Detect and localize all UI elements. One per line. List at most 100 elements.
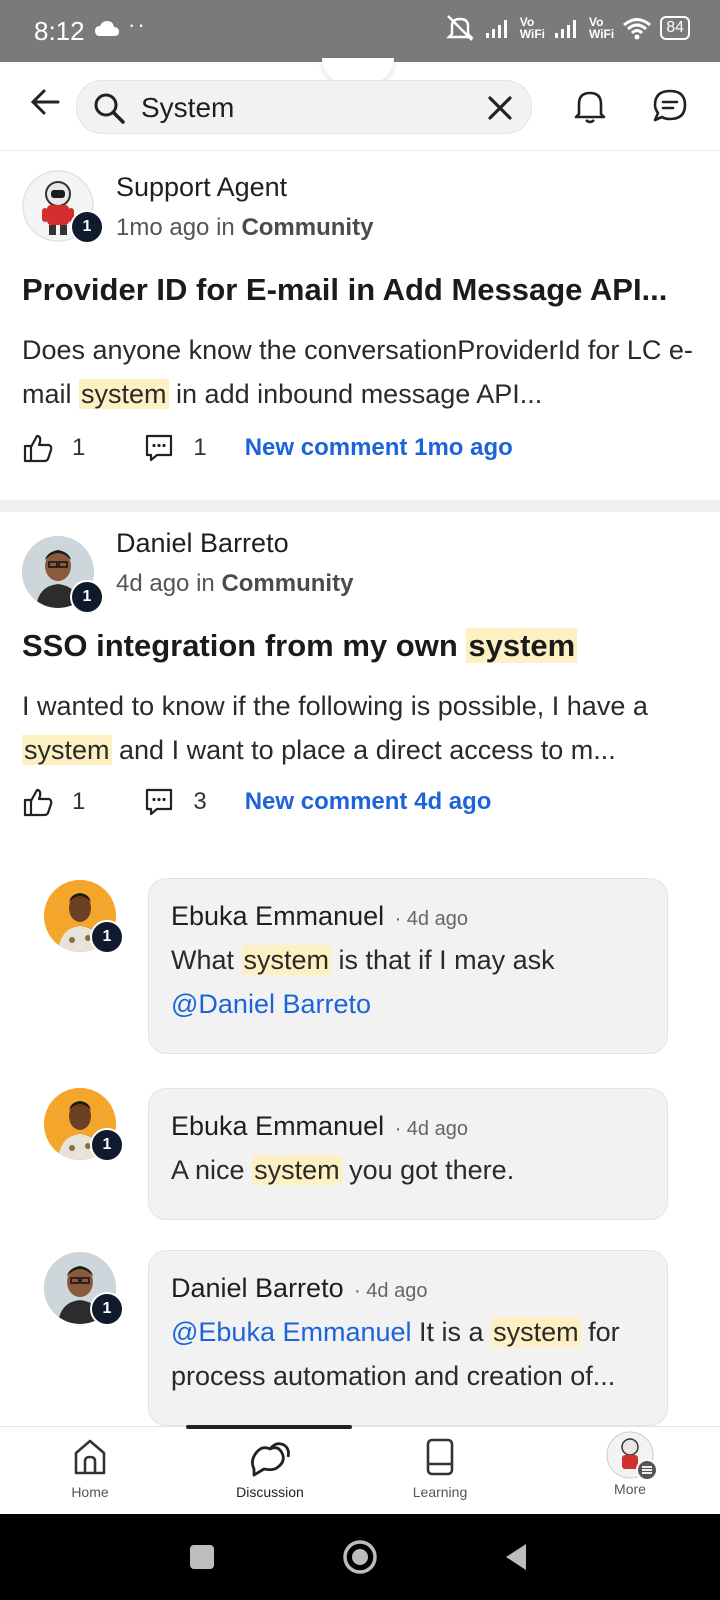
like-count: 1 xyxy=(72,788,86,815)
comment-icon[interactable] xyxy=(143,432,175,464)
level-badge: 1 xyxy=(70,210,104,244)
home-icon xyxy=(74,1439,106,1475)
author-name[interactable]: Support Agent xyxy=(116,172,287,203)
community-link[interactable]: Community xyxy=(221,570,353,597)
post-title[interactable]: SSO integration from my own system xyxy=(22,628,702,664)
level-badge: 1 xyxy=(70,580,104,614)
comment-count: 1 xyxy=(193,434,207,461)
post-actions: 1 1 New comment 1mo ago xyxy=(22,428,513,468)
signal-icon-2 xyxy=(554,20,576,38)
commenter-name[interactable]: Daniel Barreto xyxy=(171,1273,344,1303)
post-excerpt[interactable]: Does anyone know the conversationProvide… xyxy=(22,328,698,416)
status-bar: 8:12 ·· Vo WiFi Vo WiFi 84 xyxy=(0,0,720,62)
comment-icon[interactable] xyxy=(143,786,175,818)
comment-item: 1 Ebuka Emmanuel · 4d ago A nice system … xyxy=(44,1088,678,1224)
back-button[interactable] xyxy=(502,1542,530,1572)
wifi-icon xyxy=(623,18,652,40)
post-time: 4d ago xyxy=(116,570,190,597)
post-title[interactable]: Provider ID for E-mail in Add Message AP… xyxy=(22,272,702,308)
post-card[interactable]: 1 Support Agent 1mo ago in Community Pro… xyxy=(0,150,720,492)
search-box[interactable] xyxy=(76,80,532,134)
post-time: 1mo ago xyxy=(116,214,210,241)
vowifi-label-2: Vo WiFi xyxy=(588,15,615,41)
level-badge: 1 xyxy=(90,920,124,954)
search-icon xyxy=(94,93,125,124)
comment-time: · 4d ago xyxy=(354,1280,428,1302)
comment-time: · 4d ago xyxy=(394,1118,468,1140)
search-highlight: system xyxy=(252,1155,342,1185)
search-highlight: system xyxy=(466,628,578,663)
battery-indicator: 84 xyxy=(660,16,690,40)
post-meta: 4d ago in Community xyxy=(116,570,353,598)
like-count: 1 xyxy=(72,434,86,461)
mention-link[interactable]: @Ebuka Emmanuel xyxy=(171,1317,412,1347)
status-icons: Vo WiFi Vo WiFi 84 xyxy=(444,14,690,42)
level-badge: 1 xyxy=(90,1128,124,1162)
nav-home[interactable]: Home xyxy=(30,1437,150,1500)
new-comment-link[interactable]: New comment 4d ago xyxy=(245,788,492,816)
comment-time: · 4d ago xyxy=(394,908,468,930)
post-actions: 1 3 New comment 4d ago xyxy=(22,782,491,822)
commenter-avatar[interactable]: 1 xyxy=(44,1088,124,1162)
post-divider xyxy=(0,500,720,512)
comment-bubble[interactable]: Ebuka Emmanuel · 4d ago A nice system yo… xyxy=(148,1088,668,1220)
comment-item: 1 Daniel Barreto · 4d ago @Ebuka Emmanue… xyxy=(44,1250,678,1426)
nav-learning[interactable]: Learning xyxy=(380,1437,500,1500)
thumbs-up-icon[interactable] xyxy=(22,432,54,464)
search-highlight: system xyxy=(491,1317,581,1347)
commenter-name[interactable]: Ebuka Emmanuel xyxy=(171,901,384,931)
thumbs-up-icon[interactable] xyxy=(22,786,54,818)
more-avatar xyxy=(606,1431,658,1481)
learning-icon xyxy=(426,1438,454,1476)
search-highlight: system xyxy=(241,945,332,975)
nav-more-label: More xyxy=(614,1481,646,1497)
post-meta-in: in xyxy=(216,214,235,241)
comment-bubble[interactable]: Daniel Barreto · 4d ago @Ebuka Emmanuel … xyxy=(148,1250,668,1426)
nav-more[interactable]: More xyxy=(570,1431,690,1497)
recents-button[interactable] xyxy=(188,1543,216,1571)
author-avatar[interactable]: 1 xyxy=(22,170,104,244)
author-avatar[interactable]: 1 xyxy=(22,536,104,614)
search-header xyxy=(0,58,720,151)
search-input[interactable] xyxy=(139,89,473,127)
commenter-avatar[interactable]: 1 xyxy=(44,880,124,954)
comment-text: What system is that if I may ask @Daniel… xyxy=(171,945,555,1019)
community-link[interactable]: Community xyxy=(241,214,373,241)
comment-text: A nice system you got there. xyxy=(171,1155,515,1185)
back-arrow-icon[interactable] xyxy=(28,84,64,120)
nav-home-label: Home xyxy=(71,1484,109,1500)
bell-icon[interactable] xyxy=(570,86,610,126)
post-card[interactable]: 1 Daniel Barreto 4d ago in Community SSO… xyxy=(0,512,720,852)
mention-link[interactable]: @Daniel Barreto xyxy=(171,989,371,1019)
new-comment-link[interactable]: New comment 1mo ago xyxy=(245,434,513,462)
status-time: 8:12 xyxy=(34,16,85,46)
comment-bubble[interactable]: Ebuka Emmanuel · 4d ago What system is t… xyxy=(148,878,668,1054)
comment-item: 1 Ebuka Emmanuel · 4d ago What system is… xyxy=(44,878,678,1058)
post-meta-in: in xyxy=(196,570,215,597)
system-navigation-bar xyxy=(0,1514,720,1600)
commenter-avatar[interactable]: 1 xyxy=(44,1252,124,1326)
active-tab-indicator xyxy=(186,1425,352,1429)
author-name[interactable]: Daniel Barreto xyxy=(116,528,289,559)
chat-icon[interactable] xyxy=(650,86,690,126)
discussion-icon xyxy=(251,1442,290,1477)
status-dots: ·· xyxy=(128,12,147,37)
nav-learning-label: Learning xyxy=(412,1484,468,1500)
comment-count: 3 xyxy=(193,788,207,815)
level-badge: 1 xyxy=(90,1292,124,1326)
nav-discussion-label: Discussion xyxy=(236,1484,304,1500)
commenter-name[interactable]: Ebuka Emmanuel xyxy=(171,1111,384,1141)
search-highlight: system xyxy=(79,379,169,409)
clear-search-icon[interactable] xyxy=(487,95,513,121)
home-button[interactable] xyxy=(342,1539,378,1575)
signal-icon xyxy=(485,20,507,38)
vowifi-label: Vo WiFi xyxy=(519,15,545,41)
bottom-navigation: Home Discussion Learning More xyxy=(0,1425,720,1515)
nav-discussion[interactable]: Discussion xyxy=(210,1437,330,1500)
search-highlight: system xyxy=(22,735,112,765)
comment-text: @Ebuka Emmanuel It is a system for proce… xyxy=(171,1317,620,1391)
post-meta: 1mo ago in Community xyxy=(116,214,373,242)
cloud-icon xyxy=(95,21,119,36)
menu-badge-icon xyxy=(636,1459,658,1481)
post-excerpt[interactable]: I wanted to know if the following is pos… xyxy=(22,684,698,772)
